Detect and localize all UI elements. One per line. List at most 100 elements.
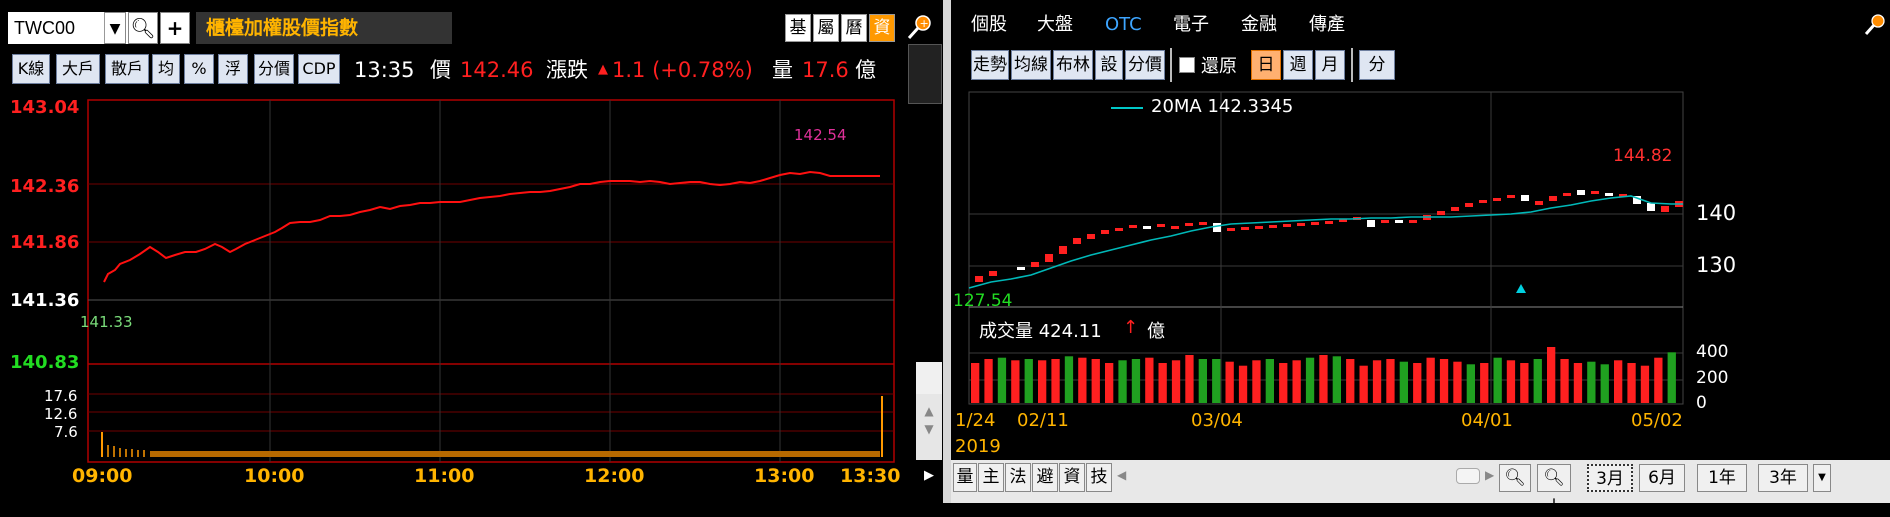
volume-bar: [1265, 359, 1274, 403]
volume-bar: [1587, 361, 1596, 403]
x-label-1200: 12:00: [584, 465, 645, 487]
volume-bar: [1386, 359, 1395, 403]
tag-info[interactable]: 資: [869, 14, 895, 42]
float-button[interactable]: 浮: [218, 54, 248, 84]
range-6m-button[interactable]: 6月: [1639, 464, 1685, 492]
tab-stock[interactable]: 個股: [971, 12, 1007, 38]
candle: [1507, 195, 1515, 198]
search-icon[interactable]: 🔍︎: [128, 12, 158, 44]
cdp-button[interactable]: CDP: [298, 54, 340, 84]
volume-bar: [1038, 360, 1047, 403]
candle: [1059, 246, 1067, 254]
volume-bar: [1078, 357, 1087, 403]
volume-bar: [1466, 364, 1475, 403]
bottom-tab-margin[interactable]: 資: [1059, 463, 1085, 492]
candle: [1255, 226, 1263, 229]
range-3y-button[interactable]: 3年: [1758, 464, 1808, 492]
volume-bar: [1560, 359, 1569, 403]
candle: [1577, 190, 1585, 195]
volume-bar: [1238, 365, 1248, 403]
ma-button[interactable]: 均線: [1011, 50, 1051, 80]
svg-text:+: +: [920, 17, 929, 30]
big-holder-button[interactable]: 大戶: [56, 54, 100, 84]
candle: [1409, 220, 1417, 223]
zoom-out-icon[interactable]: 🔍︎−: [1499, 464, 1531, 514]
scrollbar[interactable]: ▲ ▼: [916, 394, 942, 460]
side-panel-top[interactable]: [908, 44, 942, 104]
volume-bar: [1667, 352, 1676, 403]
retail-button[interactable]: 散戶: [105, 54, 149, 84]
trend-button[interactable]: 走勢: [971, 50, 1009, 80]
bottom-tab-legal[interactable]: 法: [1005, 463, 1031, 492]
intraday-chart: [87, 99, 895, 463]
volume-bar: [1573, 363, 1583, 403]
kline-button[interactable]: K線: [12, 54, 50, 84]
tab-electronics[interactable]: 電子: [1173, 12, 1209, 38]
index-title: 櫃檯加權股價指數: [196, 12, 452, 44]
average-button[interactable]: 均: [152, 54, 180, 84]
candle: [1283, 224, 1291, 227]
price-volume-button-right[interactable]: 分價: [1125, 50, 1165, 80]
price-volume-button[interactable]: 分價: [254, 54, 294, 84]
candle: [1017, 267, 1025, 270]
quote-time: 13:35: [354, 58, 415, 82]
candle: [989, 271, 997, 276]
zoom-in-icon[interactable]: 🔍︎+: [1537, 464, 1571, 514]
tab-traditional[interactable]: 傳產: [1309, 12, 1345, 38]
bottom-tab-volume[interactable]: 量: [953, 463, 977, 492]
volume-bar: [1158, 363, 1167, 403]
scroll-thumb-bottom[interactable]: [1456, 468, 1480, 484]
candle: [1521, 195, 1529, 201]
tab-finance[interactable]: 金融: [1241, 12, 1277, 38]
y-label-140: 140: [1696, 201, 1737, 225]
scroll-right-icon-bottom[interactable]: ▶: [1485, 468, 1494, 482]
range-3m-button[interactable]: 3月: [1587, 464, 1633, 492]
panel-divider[interactable]: [943, 0, 951, 503]
candle: [1479, 200, 1487, 203]
tag-fundamental[interactable]: 基: [785, 14, 811, 42]
scroll-thumb[interactable]: [916, 362, 942, 394]
tab-market[interactable]: 大盤: [1037, 12, 1073, 38]
zoom-window-icon[interactable]: +: [905, 12, 935, 42]
change-label: 漲跌: [546, 58, 588, 82]
volume-label: 量: [772, 58, 793, 82]
tag-attribute[interactable]: 屬: [813, 14, 839, 42]
daily-chart: [968, 91, 1684, 405]
volume-bar-run: [150, 451, 880, 457]
period-day-button[interactable]: 日: [1251, 50, 1281, 80]
symbol-dropdown-icon[interactable]: ▼: [104, 12, 126, 44]
restore-checkbox[interactable]: [1179, 57, 1195, 73]
candle: [1073, 238, 1081, 244]
tab-otc[interactable]: OTC: [1105, 12, 1142, 38]
scroll-left-icon[interactable]: ◀: [1117, 468, 1126, 482]
settings-button[interactable]: 設: [1095, 50, 1123, 80]
zoom-window-icon-right[interactable]: [1863, 12, 1887, 38]
bollinger-button[interactable]: 布林: [1053, 50, 1093, 80]
tag-calendar[interactable]: 曆: [841, 14, 867, 42]
range-dropdown-icon[interactable]: ▼: [1813, 464, 1831, 492]
candle: [1227, 228, 1235, 231]
candle: [1031, 262, 1039, 267]
candle: [1297, 223, 1305, 226]
range-1y-button[interactable]: 1年: [1697, 464, 1747, 492]
y-label-mid: 141.86: [10, 232, 80, 253]
candle: [1591, 191, 1599, 194]
percent-button[interactable]: %: [184, 54, 214, 84]
volume-bar: [1319, 355, 1328, 403]
volume-bar: [1359, 365, 1368, 403]
bottom-tab-tech[interactable]: 技: [1086, 463, 1112, 492]
minute-button[interactable]: 分: [1359, 50, 1395, 80]
volume-bar: [1198, 359, 1207, 403]
date-label-0124: 1/24: [955, 410, 996, 431]
volume-bar: [1145, 357, 1154, 403]
volume-bar: [1011, 360, 1020, 403]
period-month-button[interactable]: 月: [1315, 50, 1345, 80]
bottom-tab-main[interactable]: 主: [978, 463, 1004, 492]
bottom-tab-hedge[interactable]: 避: [1032, 463, 1058, 492]
scroll-right-icon[interactable]: ▶: [924, 468, 934, 483]
candle: [1087, 234, 1095, 239]
add-icon[interactable]: +: [160, 12, 190, 44]
volume-bar: [1654, 357, 1663, 403]
price-value: 142.46: [460, 58, 534, 82]
period-week-button[interactable]: 週: [1283, 50, 1313, 80]
